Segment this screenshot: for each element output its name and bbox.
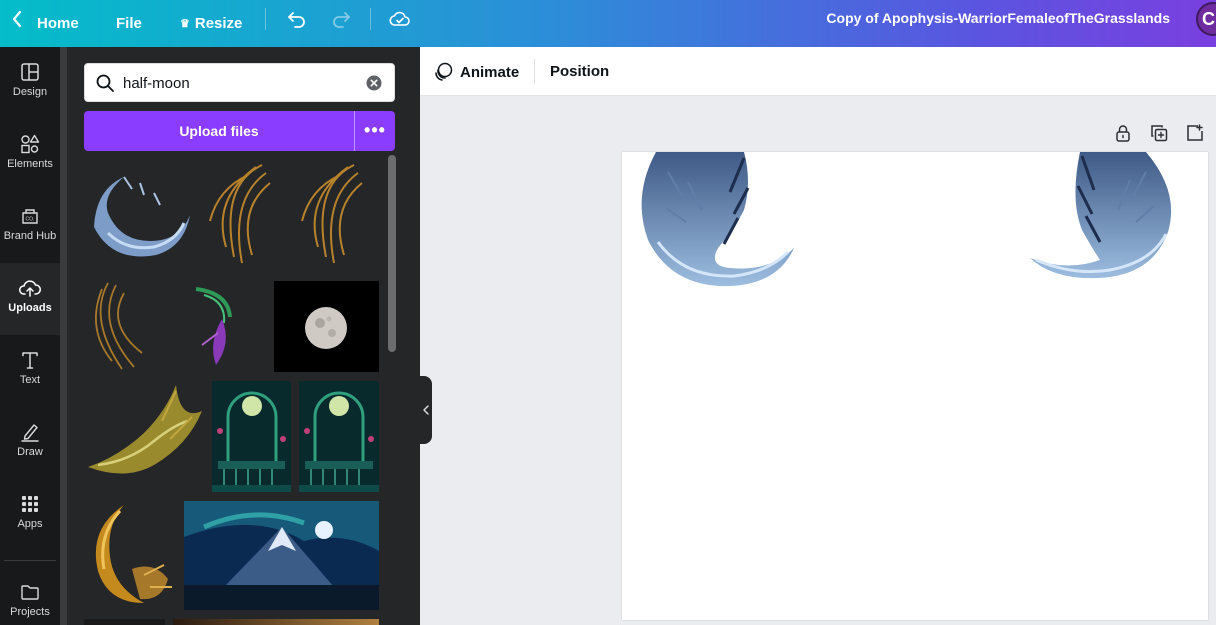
sidebar-item-label: Uploads: [8, 302, 52, 314]
sidebar-item-brand-hub[interactable]: CO. Brand Hub: [0, 191, 60, 263]
sidebar-item-draw[interactable]: Draw: [0, 407, 60, 479]
folder-icon: [21, 585, 39, 600]
duplicate-page-icon[interactable]: [1150, 124, 1168, 142]
upload-thumbnail[interactable]: [274, 281, 379, 372]
apps-grid-icon: [22, 496, 38, 512]
upload-thumbnail[interactable]: [292, 159, 370, 267]
sidebar-item-apps[interactable]: Apps: [0, 479, 60, 551]
brand-hub-icon: CO.: [22, 209, 38, 224]
position-button[interactable]: Position: [550, 61, 609, 83]
design-canvas[interactable]: [622, 152, 1208, 620]
resize-button[interactable]: ♛ Resize: [180, 0, 242, 47]
clear-search-icon[interactable]: [366, 75, 382, 91]
upload-thumbnail[interactable]: [84, 381, 208, 485]
document-title[interactable]: Copy of Apophysis-WarriorFemaleofTheGras…: [826, 0, 1170, 37]
upload-files-button[interactable]: Upload files: [84, 111, 354, 151]
layout-icon: [21, 63, 39, 81]
top-bar: Home File ♛ Resize Copy of Apophysis-War…: [0, 0, 1216, 47]
animate-button[interactable]: Animate: [434, 61, 519, 83]
sidebar-item-elements[interactable]: Elements: [0, 119, 60, 191]
sidebar-item-label: Brand Hub: [3, 230, 57, 242]
upload-thumbnail[interactable]: [84, 279, 148, 375]
chevron-left-icon: [423, 405, 429, 415]
add-page-icon[interactable]: [1186, 124, 1204, 142]
animate-label: Animate: [460, 63, 520, 81]
search-icon: [96, 74, 114, 92]
sidebar-divider: [4, 560, 56, 561]
uploads-panel: Upload files •••: [60, 47, 420, 625]
half-moon-right-image[interactable]: [1026, 152, 1180, 282]
more-options-button[interactable]: •••: [355, 111, 395, 151]
text-icon: [22, 352, 38, 369]
collapse-panel-button[interactable]: [420, 376, 432, 444]
toolbar-divider: [370, 8, 371, 30]
toolbar-divider: [534, 59, 535, 84]
sidebar-item-label: Elements: [7, 158, 53, 170]
left-sidebar: Design Elements CO. Brand Hub Uploads Te…: [0, 47, 60, 625]
undo-icon[interactable]: [284, 7, 308, 31]
upload-thumbnail[interactable]: [84, 155, 192, 265]
file-menu-button[interactable]: File: [116, 0, 142, 47]
panel-scrollbar[interactable]: [388, 155, 396, 352]
shapes-icon: [21, 134, 40, 154]
upload-thumbnail[interactable]: [200, 159, 278, 267]
toolbar-divider: [265, 8, 266, 30]
sidebar-item-text[interactable]: Text: [0, 335, 60, 407]
sidebar-item-projects[interactable]: Projects: [0, 567, 60, 625]
upload-thumbnail[interactable]: [84, 501, 180, 607]
upload-thumbnail[interactable]: [190, 283, 238, 369]
search-input[interactable]: [123, 71, 358, 95]
resize-label: Resize: [194, 15, 243, 32]
sidebar-item-label: Text: [19, 374, 41, 386]
lock-icon[interactable]: [1114, 124, 1132, 142]
sidebar-item-label: Draw: [17, 446, 43, 458]
svg-text:CO.: CO.: [26, 217, 35, 223]
cloud-saved-icon[interactable]: [388, 7, 412, 31]
upload-thumbnail[interactable]: [173, 619, 379, 625]
sidebar-item-uploads[interactable]: Uploads: [0, 263, 60, 335]
context-toolbar: Animate Position: [420, 47, 1216, 96]
upload-thumbnail[interactable]: [299, 381, 379, 492]
upload-thumbnail[interactable]: [212, 381, 291, 492]
search-box: [84, 63, 395, 102]
sidebar-item-label: Design: [12, 86, 48, 98]
cloud-upload-icon: [19, 280, 41, 297]
upload-thumbnail[interactable]: [84, 619, 165, 625]
half-moon-left-image[interactable]: [638, 152, 814, 292]
chevron-left-icon[interactable]: [10, 8, 24, 30]
upload-files-group: Upload files •••: [84, 111, 395, 151]
sidebar-item-label: Apps: [17, 518, 43, 530]
sidebar-item-label: Projects: [10, 606, 50, 618]
upload-thumbnail[interactable]: [184, 501, 379, 610]
sidebar-item-design[interactable]: Design: [0, 47, 60, 119]
crown-icon: ♛: [180, 18, 190, 30]
panel-edge: [60, 47, 67, 625]
animate-icon: [435, 62, 453, 81]
avatar[interactable]: C: [1196, 2, 1216, 36]
draw-pen-icon: [21, 424, 39, 442]
home-button[interactable]: Home: [37, 0, 79, 47]
redo-icon[interactable]: [330, 7, 354, 31]
